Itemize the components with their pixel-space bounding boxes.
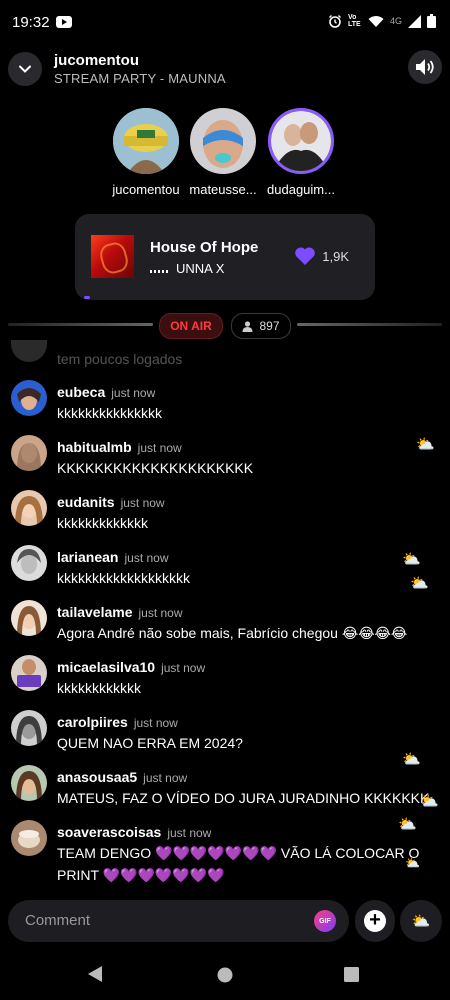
avatar[interactable] xyxy=(11,545,47,581)
weather-reaction-icon: ⛅ xyxy=(398,816,417,833)
album-art xyxy=(91,235,134,278)
avatar[interactable] xyxy=(11,655,47,691)
song-progress xyxy=(84,296,90,299)
avatar xyxy=(268,108,334,174)
now-playing-card[interactable]: House Of Hope UNNA X 1,9K xyxy=(75,214,375,300)
home-icon[interactable] xyxy=(217,967,233,983)
faded-message: tem poucos logados xyxy=(57,351,183,367)
chat-username[interactable]: eubeca xyxy=(57,384,105,400)
on-air-badge: ON AIR xyxy=(159,313,223,339)
alarm-icon xyxy=(328,15,341,28)
weather-reaction-icon: ⛅ xyxy=(402,551,421,568)
avatar xyxy=(113,108,179,174)
volume-button[interactable] xyxy=(408,50,442,84)
avatar[interactable] xyxy=(11,490,47,526)
speaker-icon xyxy=(416,59,434,75)
chat-time: just now xyxy=(138,606,183,620)
weather-icon: ⛅ xyxy=(411,913,431,930)
chat-text: TEAM DENGO 💜💜💜💜💜💜💜 VÃO LÁ COLOCAR O PRIN… xyxy=(57,845,420,883)
chat-time: just now xyxy=(124,551,169,565)
participant-dudaguim[interactable]: dudaguim... xyxy=(255,108,347,197)
avatar[interactable] xyxy=(11,765,47,801)
add-button[interactable]: + xyxy=(355,900,395,942)
reaction-button[interactable]: ⛅ xyxy=(400,900,442,942)
avatar xyxy=(11,340,47,362)
avatar[interactable] xyxy=(11,600,47,636)
participant-name: dudaguim... xyxy=(267,182,335,197)
system-nav-bar xyxy=(0,948,450,1000)
chat-time: just now xyxy=(161,661,206,675)
like-count: 1,9K xyxy=(322,248,349,264)
status-time: 19:32 xyxy=(12,14,50,31)
chat-text: kkkkkkkkkkkkk xyxy=(57,515,148,531)
song-artist: UNNA X xyxy=(176,261,225,276)
chat-time: just now xyxy=(111,386,156,400)
chat-text: kkkkkkkkkkkkkkkkkkk xyxy=(57,570,190,586)
chat-time: just now xyxy=(167,826,212,840)
status-bar: 19:32 Vo LTE 4G xyxy=(0,0,450,46)
listener-number: 897 xyxy=(259,319,280,333)
weather-reaction-icon: ⛅ xyxy=(402,751,421,768)
gif-button[interactable]: GIF xyxy=(314,910,336,932)
back-icon[interactable] xyxy=(87,965,103,983)
avatar[interactable] xyxy=(11,710,47,746)
volte-icon: Vo LTE xyxy=(347,14,361,28)
chat-list[interactable]: tem poucos logados eubeca just now kkkkkk… xyxy=(0,340,450,895)
chat-username[interactable]: tailavelame xyxy=(57,604,133,620)
chat-time: just now xyxy=(120,496,165,510)
song-title: House Of Hope xyxy=(150,239,259,256)
chat-text: kkkkkkkkkkkkkkk xyxy=(57,405,162,421)
youtube-notification-icon xyxy=(56,16,72,28)
cell-signal-icon xyxy=(408,14,421,28)
chat-text: Agora André não sobe mais, Fabrício cheg… xyxy=(57,625,408,641)
weather-reaction-icon: ⛅ xyxy=(420,793,439,810)
chat-time: just now xyxy=(133,716,178,730)
plus-icon: + xyxy=(364,910,386,932)
party-header: jucomentou STREAM PARTY - MAUNNA xyxy=(0,46,450,96)
like-button[interactable]: 1,9K xyxy=(294,246,349,266)
listener-count[interactable]: 897 xyxy=(231,313,291,339)
chat-username[interactable]: habitualmb xyxy=(57,439,132,455)
avatar xyxy=(190,108,256,174)
weather-reaction-icon: ⛅ xyxy=(405,856,420,870)
weather-reaction-icon: ⛅ xyxy=(416,436,435,453)
chat-text: QUEM NAO ERRA EM 2024? xyxy=(57,735,243,751)
network-type: 4G xyxy=(389,16,402,26)
equalizer-icon xyxy=(150,265,168,273)
person-icon xyxy=(242,320,253,332)
collapse-button[interactable] xyxy=(8,52,42,86)
weather-reaction-icon: ⛅ xyxy=(410,575,429,592)
participants-row: jucomentou mateusse... dudaguim... xyxy=(0,108,450,204)
chat-username[interactable]: micaelasilva10 xyxy=(57,659,155,675)
chat-text: kkkkkkkkkkkk xyxy=(57,680,141,696)
avatar[interactable] xyxy=(11,820,47,856)
chat-username[interactable]: soaverascoisas xyxy=(57,824,161,840)
chat-username[interactable]: anasousaa5 xyxy=(57,769,137,785)
chat-username[interactable]: eudanits xyxy=(57,494,115,510)
heart-icon xyxy=(295,247,316,265)
chat-time: just now xyxy=(143,771,188,785)
wifi-icon xyxy=(368,15,384,27)
page-title: jucomentou xyxy=(54,52,139,69)
chat-text: MATEUS, FAZ O VÍDEO DO JURA JURADINHO KK… xyxy=(57,790,430,806)
chat-username[interactable]: carolpiires xyxy=(57,714,128,730)
avatar[interactable] xyxy=(11,380,47,416)
chevron-down-icon xyxy=(19,65,31,73)
chat-username[interactable]: larianean xyxy=(57,549,118,565)
comment-placeholder: Comment xyxy=(25,912,91,929)
battery-icon xyxy=(427,14,436,28)
avatar[interactable] xyxy=(11,435,47,471)
chat-time: just now xyxy=(137,441,182,455)
comment-input[interactable]: Comment GIF xyxy=(8,900,349,942)
recents-icon[interactable] xyxy=(344,967,359,982)
page-subtitle: STREAM PARTY - MAUNNA xyxy=(54,71,226,86)
divider-left xyxy=(8,323,153,326)
chat-text: KKKKKKKKKKKKKKKKKKKKK xyxy=(57,460,254,476)
divider-right xyxy=(297,323,442,326)
